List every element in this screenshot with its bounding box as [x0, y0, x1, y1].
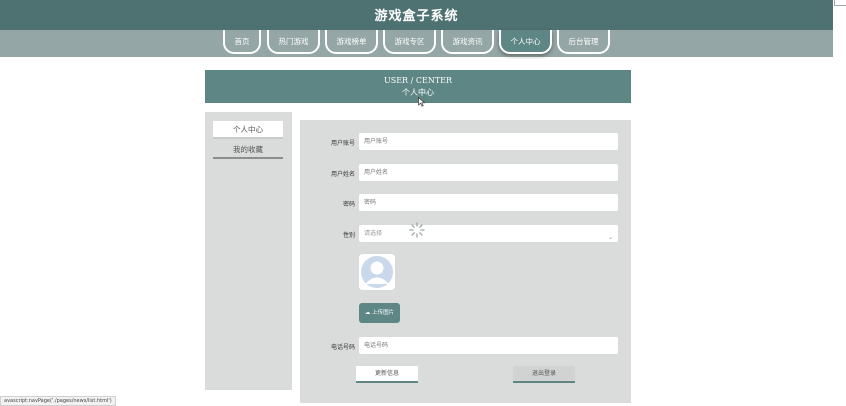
account-label: 用户账号 [330, 140, 355, 147]
nav-item-admin[interactable]: 后台管理 [557, 30, 610, 54]
nav-item-game-zone[interactable]: 游戏专区 [383, 30, 436, 54]
nav-item-hot-games[interactable]: 热门游戏 [267, 30, 320, 54]
main-nav: 首页 热门游戏 游戏榜单 游戏专区 游戏资讯 个人中心 后台管理 [0, 30, 833, 57]
chevron-down-icon: ⌄ [607, 234, 613, 241]
page-title-en: USER / CENTER [383, 76, 453, 85]
avatar [359, 254, 395, 290]
sidebar-item-personal-center[interactable]: 个人中心 [213, 121, 283, 139]
nav-item-game-news[interactable]: 游戏资讯 [441, 30, 494, 54]
logout-button[interactable]: 退出登录 [513, 366, 575, 383]
site-title: 游戏盒子系统 [374, 9, 459, 24]
password-input[interactable] [359, 194, 618, 211]
window-corner-mark [834, 0, 846, 6]
sidebar: 个人中心 我的收藏 [205, 112, 292, 390]
gender-select[interactable]: 请选择 ⌄ [359, 225, 618, 242]
nav-item-game-rankings[interactable]: 游戏榜单 [325, 30, 378, 54]
upload-image-button[interactable]: ☁ 上传图片 [359, 303, 400, 323]
cloud-upload-icon: ☁ [364, 310, 371, 316]
profile-form: 用户账号 用户姓名 密码 性别 请选择 ⌄ ☁ 上传图片 电话号码 更新信息 退… [300, 120, 631, 403]
gender-label: 性别 [342, 232, 355, 239]
update-info-button[interactable]: 更新信息 [356, 366, 418, 383]
nav-item-home[interactable]: 首页 [223, 30, 261, 54]
sidebar-item-favorites[interactable]: 我的收藏 [213, 141, 283, 159]
upload-image-label: 上传图片 [372, 310, 395, 316]
phone-label: 电话号码 [330, 344, 355, 351]
nav-item-personal-center[interactable]: 个人中心 [499, 30, 552, 54]
name-input[interactable] [359, 164, 618, 181]
mouse-cursor-icon [418, 97, 426, 107]
gender-select-placeholder: 请选择 [364, 230, 383, 237]
phone-input[interactable] [359, 337, 618, 354]
title-bar: 游戏盒子系统 [0, 0, 833, 30]
password-label: 密码 [342, 201, 355, 208]
loading-spinner-icon [409, 222, 425, 238]
status-bar-url: avascript:navPage('./pages/news/list.htm… [0, 396, 116, 406]
name-label: 用户姓名 [330, 171, 355, 178]
user-avatar-icon [359, 254, 395, 290]
account-input[interactable] [359, 133, 618, 150]
